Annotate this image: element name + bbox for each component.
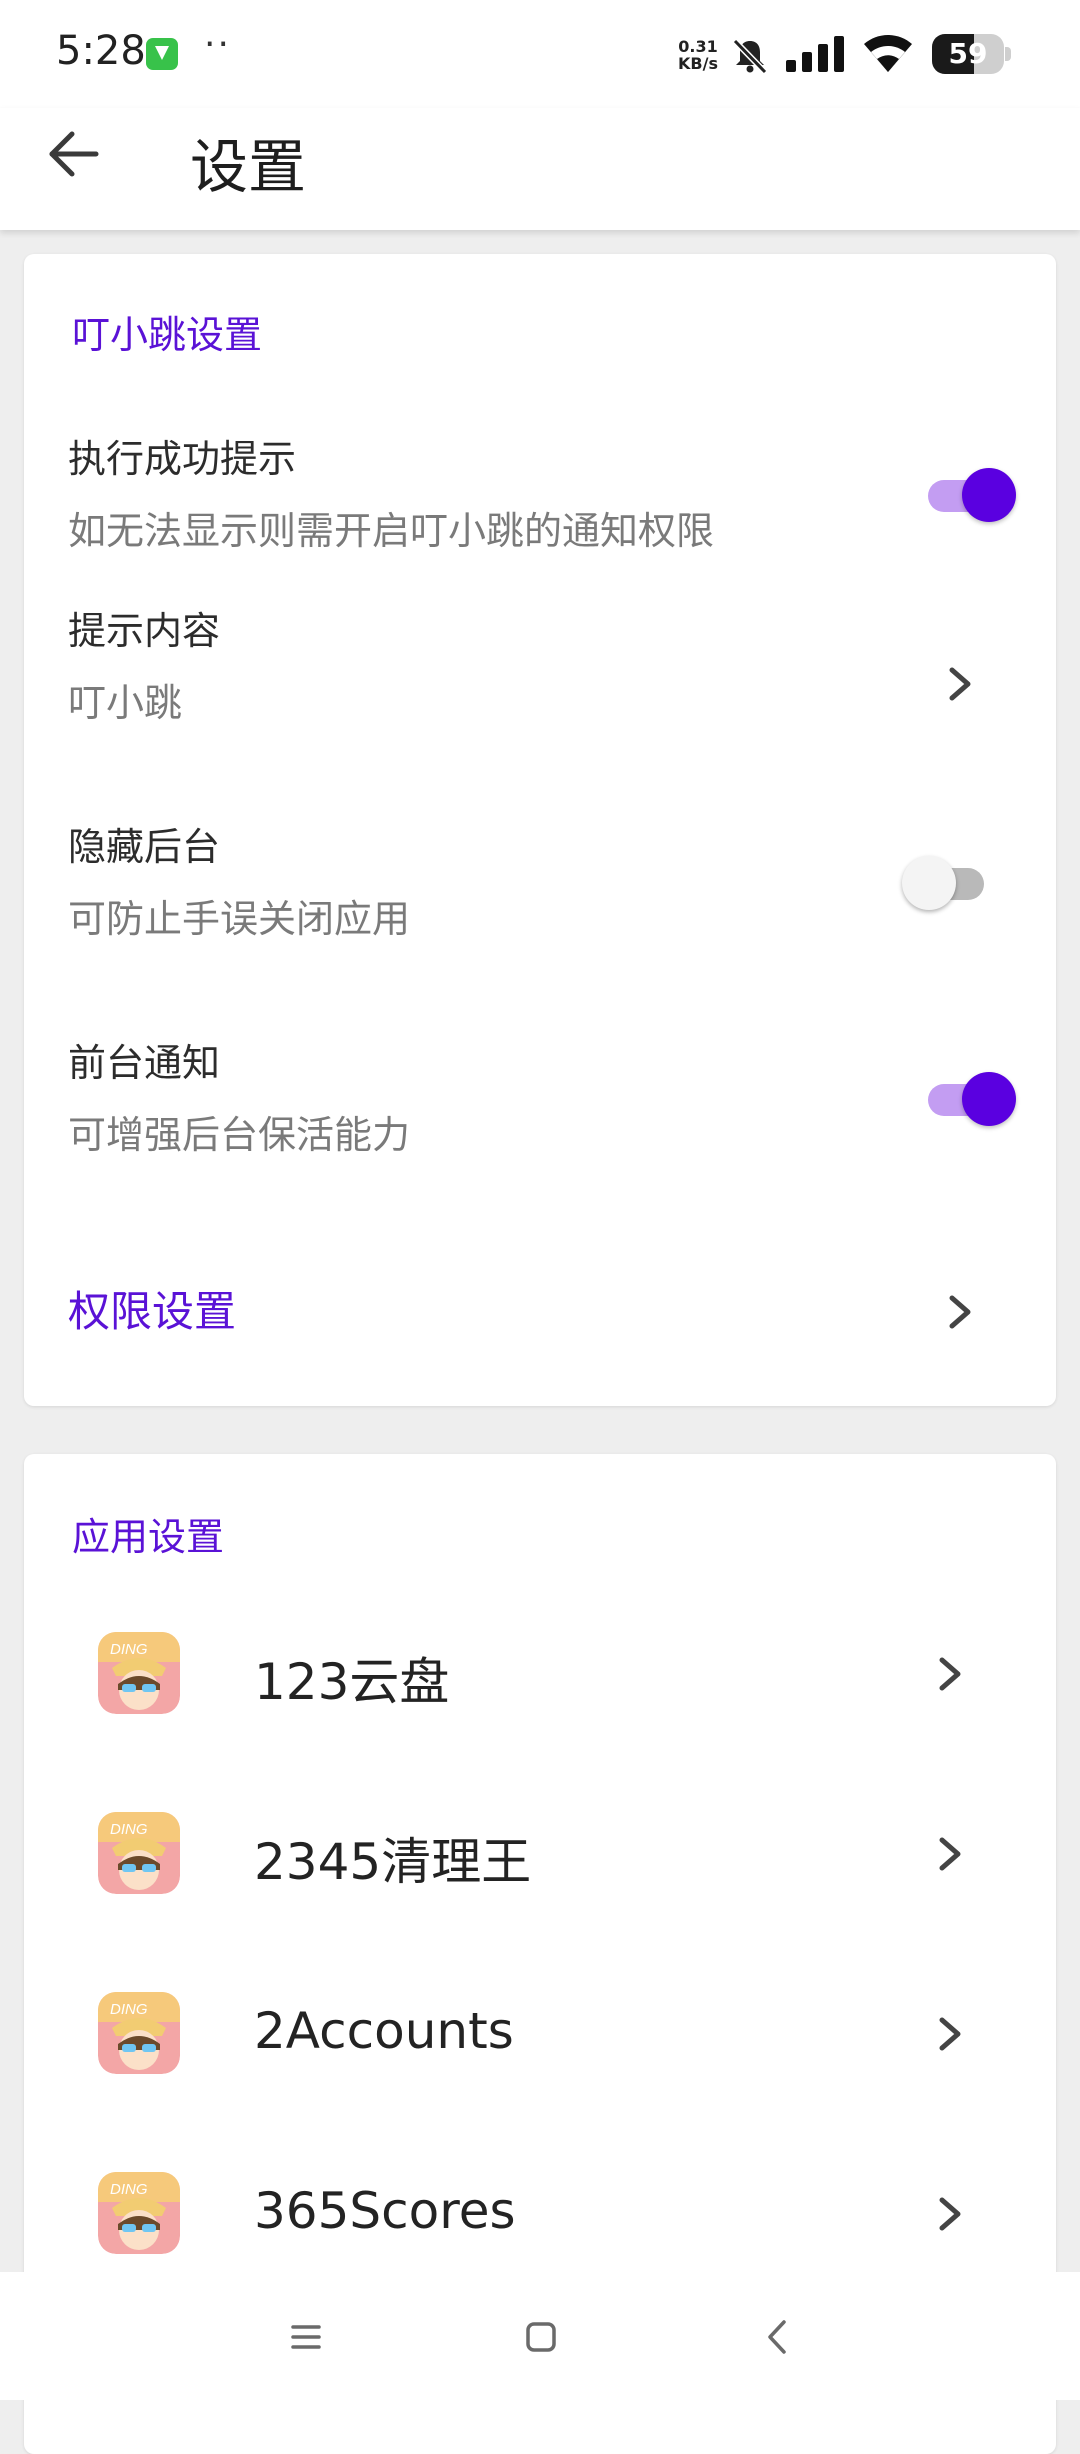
setting-title: 提示内容 xyxy=(68,609,221,653)
home-square-icon[interactable] xyxy=(524,2320,558,2354)
chevron-right-icon xyxy=(949,1295,971,1329)
setting-success-tip[interactable]: 执行成功提示 如无法显示则需开启叮小跳的通知权限 xyxy=(24,428,1056,598)
setting-tip-content[interactable]: 提示内容 叮小跳 xyxy=(24,600,1056,770)
ding-app-icon: DING xyxy=(98,1992,180,2074)
chevron-right-icon xyxy=(949,667,971,701)
svg-text:DING: DING xyxy=(110,1641,148,1658)
setting-title: 执行成功提示 xyxy=(68,437,297,481)
app-name: 123云盘 xyxy=(254,1653,450,1711)
battery-icon: 59 xyxy=(932,34,1004,74)
status-time: 5:28 xyxy=(56,28,146,74)
setting-subtitle: 如无法显示则需开启叮小跳的通知权限 xyxy=(68,509,715,553)
app-bar xyxy=(0,108,1080,230)
setting-subtitle: 可防止手误关闭应用 xyxy=(68,897,411,941)
setting-subtitle: 叮小跳 xyxy=(68,681,183,725)
ding-app-icon: DING xyxy=(98,2172,180,2254)
section-title-ding: 叮小跳设置 xyxy=(72,313,263,357)
cell-signal-icon xyxy=(786,36,844,72)
toggle-thumb xyxy=(962,468,1016,522)
toggle-hide-background[interactable] xyxy=(902,854,990,910)
menu-icon[interactable] xyxy=(290,2322,322,2352)
chevron-right-icon xyxy=(939,2197,961,2231)
setting-subtitle: 可增强后台保活能力 xyxy=(68,1113,411,1157)
chevron-right-icon xyxy=(939,1837,961,1871)
page-title: 设置 xyxy=(190,133,307,201)
back-chevron-icon[interactable] xyxy=(762,2318,792,2356)
setting-foreground-notice[interactable]: 前台通知 可增强后台保活能力 xyxy=(24,1032,1056,1202)
arrow-left-icon[interactable] xyxy=(46,126,102,182)
svg-text:DING: DING xyxy=(110,2001,148,2018)
section-title-apps: 应用设置 xyxy=(72,1515,225,1559)
battery-level: 59 xyxy=(948,37,988,70)
app-row-2345-cleaner[interactable]: DING 2345清理王 xyxy=(24,1764,1056,1944)
chevron-right-icon xyxy=(939,2017,961,2051)
status-bar: 5:28 ·· 0.31 KB/s 59 xyxy=(0,0,1080,108)
app-name: 2345清理王 xyxy=(254,1833,532,1891)
setting-title: 隐藏后台 xyxy=(68,825,221,869)
network-speed-value: 0.31 xyxy=(678,37,718,56)
app-name: 2Accounts xyxy=(254,2002,514,2060)
toggle-thumb xyxy=(962,1072,1016,1126)
bell-mute-icon xyxy=(732,38,768,75)
app-row-2accounts[interactable]: DING 2Accounts xyxy=(24,1944,1056,2124)
network-speed-unit: KB/s xyxy=(678,54,718,73)
battery-cap xyxy=(1005,47,1011,61)
ding-app-icon: DING xyxy=(98,1632,180,1714)
toggle-thumb xyxy=(902,856,956,910)
status-more-dots: ·· xyxy=(204,24,231,65)
green-shield-icon xyxy=(146,38,178,70)
permission-settings-row[interactable]: 权限设置 xyxy=(24,1232,1056,1382)
svg-text:DING: DING xyxy=(110,1821,148,1838)
app-row-123-cloud[interactable]: DING 123云盘 xyxy=(24,1584,1056,1764)
toggle-success-tip[interactable] xyxy=(922,466,1016,522)
chevron-right-icon xyxy=(939,1657,961,1691)
svg-text:DING: DING xyxy=(110,2181,148,2198)
network-speed: 0.31 KB/s xyxy=(673,38,723,72)
setting-hide-background[interactable]: 隐藏后台 可防止手误关闭应用 xyxy=(24,816,1056,986)
setting-title: 前台通知 xyxy=(68,1041,221,1085)
permission-label: 权限设置 xyxy=(68,1287,237,1336)
toggle-foreground-notice[interactable] xyxy=(922,1070,1016,1126)
ding-app-icon: DING xyxy=(98,1812,180,1894)
wifi-icon xyxy=(864,35,912,72)
app-name: 365Scores xyxy=(254,2182,516,2240)
